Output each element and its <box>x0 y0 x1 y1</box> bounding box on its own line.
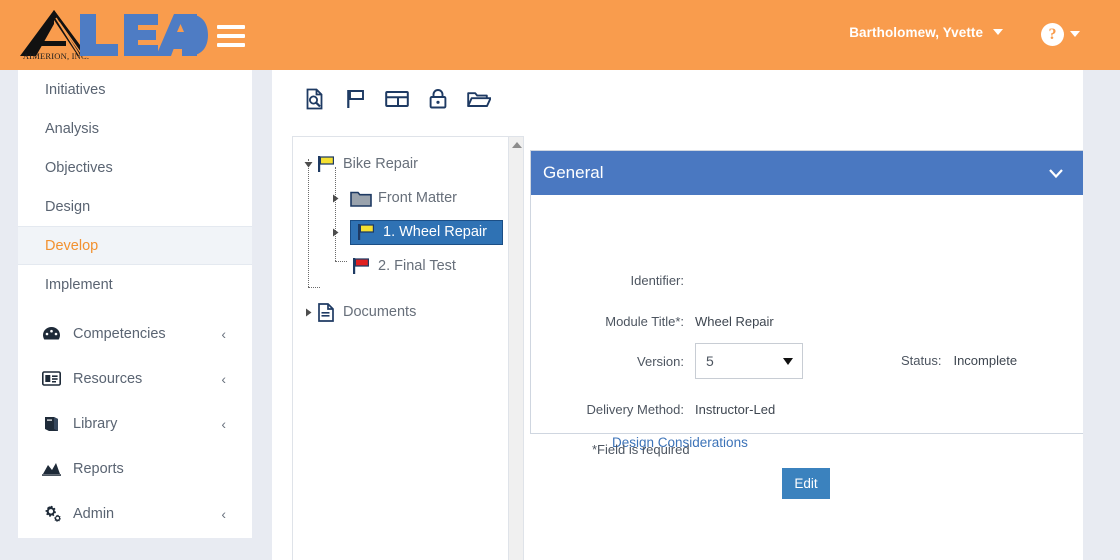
module-title-label: Module Title*: <box>531 314 684 329</box>
sidebar-item-objectives[interactable]: Objectives <box>18 148 252 187</box>
tree-connector <box>308 287 320 288</box>
tree-node-label: 2. Final Test <box>378 258 462 274</box>
general-panel-header[interactable]: General <box>531 151 1083 195</box>
delivery-method-row: Delivery Method: Instructor-Led <box>531 402 775 417</box>
sidebar-item-label: Admin <box>73 506 221 522</box>
right-gutter <box>1083 70 1120 560</box>
area-chart-icon <box>40 461 62 477</box>
sidebar-item-label: Implement <box>45 277 252 293</box>
sidebar-item-competencies[interactable]: Competencies ‹ <box>18 311 252 356</box>
sidebar-item-analysis[interactable]: Analysis <box>18 109 252 148</box>
tree-scrollbar[interactable] <box>508 137 523 560</box>
sidebar-item-label: Reports <box>73 461 252 477</box>
delivery-method-value: Instructor-Led <box>695 402 775 417</box>
chevron-down-icon <box>783 358 793 365</box>
flag-icon[interactable] <box>341 84 371 114</box>
flag-red-icon <box>350 257 372 275</box>
tree-leaf-icon <box>328 259 342 273</box>
sidebar-item-label: Library <box>73 416 221 432</box>
help-icon: ? <box>1041 23 1064 46</box>
sidebar-item-admin[interactable]: Admin ‹ <box>18 491 252 536</box>
tree-expand-icon[interactable] <box>328 191 342 205</box>
main-content: Bike Repair Front Matter <box>272 70 1120 560</box>
edit-button[interactable]: Edit <box>782 468 830 499</box>
chevron-left-icon: ‹ <box>221 371 226 387</box>
folder-open-icon[interactable] <box>464 84 494 114</box>
identifier-label: Identifier: <box>531 273 684 288</box>
module-tree-panel: Bike Repair Front Matter <box>292 136 524 560</box>
general-panel: General Identifier: Module Title*: Wheel… <box>530 150 1084 434</box>
chevron-left-icon: ‹ <box>221 416 226 432</box>
version-selected-value: 5 <box>706 353 714 369</box>
sidebar-nav: Initiatives Analysis Objectives Design D… <box>18 70 252 538</box>
sidebar-item-resources[interactable]: Resources ‹ <box>18 356 252 401</box>
sidebar-item-develop[interactable]: Develop <box>18 226 252 265</box>
tree-node-front-matter[interactable]: Front Matter <box>293 181 509 215</box>
chevron-down-icon <box>1070 31 1080 37</box>
tree-node-label: Front Matter <box>378 190 463 206</box>
sidebar-item-label: Design <box>45 199 252 215</box>
app-root: AIMERION, INC. Bartholomew, Yvette <box>0 0 1120 560</box>
scroll-up-icon[interactable] <box>512 142 522 148</box>
sidebar-item-label: Objectives <box>45 160 252 176</box>
flag-yellow-icon <box>315 155 337 173</box>
required-field-note: *Field is required <box>592 442 690 457</box>
status-label: Status: <box>901 353 941 368</box>
table-layout-icon[interactable] <box>382 84 412 114</box>
sidebar-item-label: Competencies <box>73 326 221 342</box>
chevron-down-icon[interactable] <box>1047 164 1065 182</box>
left-gutter <box>0 70 18 560</box>
tree-node-label: 1. Wheel Repair <box>383 224 493 240</box>
sidebar-item-label: Resources <box>73 371 221 387</box>
delivery-method-label: Delivery Method: <box>531 402 684 417</box>
chevron-down-icon <box>993 29 1003 35</box>
tree-node-label: Documents <box>343 304 422 320</box>
sidebar-item-implement[interactable]: Implement <box>18 265 252 304</box>
sidebar-item-label: Develop <box>45 238 252 254</box>
tree-node-wheel-repair[interactable]: 1. Wheel Repair <box>293 215 509 249</box>
version-select[interactable]: 5 <box>695 343 803 379</box>
sidebar-item-initiatives[interactable]: Initiatives <box>18 70 252 109</box>
folder-gray-icon <box>350 189 372 207</box>
book-icon <box>40 416 62 432</box>
tree-node-label: Bike Repair <box>343 156 424 172</box>
tree-expand-icon[interactable] <box>301 305 315 319</box>
user-name-label: Bartholomew, Yvette <box>849 25 983 40</box>
tree-expand-icon[interactable] <box>328 225 342 239</box>
status-value: Incomplete <box>953 353 1017 368</box>
hamburger-menu-icon[interactable] <box>217 25 245 46</box>
status-row: Status: Incomplete <box>901 353 1017 368</box>
lead-wordmark <box>78 8 208 60</box>
sidebar-item-label: Initiatives <box>45 82 252 98</box>
help-menu[interactable]: ? <box>1041 23 1080 46</box>
general-panel-body: Identifier: Module Title*: Wheel Repair … <box>531 195 1083 433</box>
sidebar-item-reports[interactable]: Reports <box>18 446 252 491</box>
cogs-icon <box>40 506 62 522</box>
id-card-icon <box>40 371 62 387</box>
module-tree: Bike Repair Front Matter <box>293 137 509 560</box>
version-label: Version: <box>531 354 684 369</box>
dashboard-icon <box>40 326 62 342</box>
document-icon <box>315 303 337 321</box>
module-title-value: Wheel Repair <box>695 314 774 329</box>
chevron-left-icon: ‹ <box>221 506 226 522</box>
user-menu[interactable]: Bartholomew, Yvette <box>849 25 1003 40</box>
file-search-icon[interactable] <box>300 84 330 114</box>
sidebar-item-design[interactable]: Design <box>18 187 252 226</box>
app-header: AIMERION, INC. Bartholomew, Yvette <box>0 0 1120 70</box>
module-title-row: Module Title*: Wheel Repair <box>531 314 774 329</box>
tree-expand-icon[interactable] <box>301 157 315 171</box>
identifier-row: Identifier: <box>531 273 695 288</box>
flag-yellow-icon <box>355 223 377 241</box>
sidebar-item-label: Analysis <box>45 121 252 137</box>
tree-node-documents[interactable]: Documents <box>293 295 509 329</box>
sidebar-item-library[interactable]: Library ‹ <box>18 401 252 446</box>
lock-icon[interactable] <box>423 84 453 114</box>
general-panel-title: General <box>543 163 603 183</box>
chevron-left-icon: ‹ <box>221 326 226 342</box>
version-row: Version: 5 <box>531 343 803 379</box>
content-toolbar <box>300 84 494 114</box>
tree-node-bike-repair[interactable]: Bike Repair <box>293 147 509 181</box>
tree-node-final-test[interactable]: 2. Final Test <box>293 249 509 283</box>
